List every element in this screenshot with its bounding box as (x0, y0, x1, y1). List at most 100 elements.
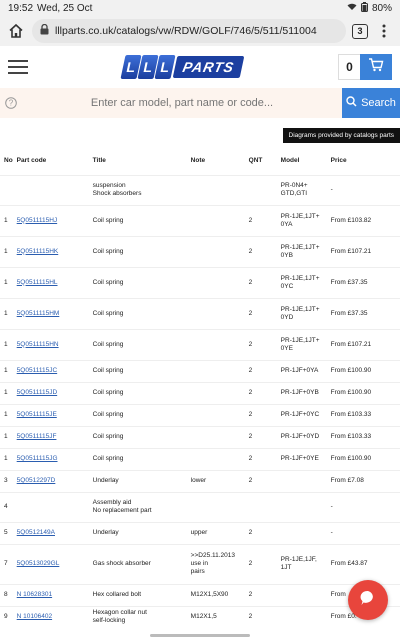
tab-count-button[interactable]: 3 (352, 23, 368, 39)
title-line: Coil spring (92, 455, 124, 462)
part-code-link[interactable]: 5Q0511115HM (17, 310, 60, 317)
cell-qnt (246, 491, 279, 522)
col-note: Note (190, 157, 206, 165)
cell-note: M12X1,5 (188, 605, 247, 628)
cell-price: - (328, 174, 400, 205)
model-line: PR-1JF+0YA (280, 367, 319, 374)
cart[interactable]: 0 (338, 54, 392, 80)
cell-no: 1 (0, 328, 15, 360)
cell-price: From £100.90 (328, 447, 400, 470)
cell-no: 1 (0, 425, 15, 448)
part-code-link[interactable]: 5Q0511115HL (17, 279, 58, 286)
cell-note (188, 491, 247, 522)
cell-model: PR-1JF+0YD (278, 425, 329, 448)
model-line-2: 0YA (280, 220, 293, 228)
more-options-icon[interactable] (374, 21, 394, 41)
help-icon[interactable]: ? (0, 97, 22, 109)
cell-price: From £107.21 (328, 235, 400, 267)
part-code-link[interactable]: 5Q0512297D (17, 477, 56, 484)
model-line: PR-1JE,1JT+ (280, 212, 320, 220)
cell-part-code: 5Q0512297D (14, 469, 91, 492)
part-code-link[interactable]: 5Q0511115JE (17, 411, 57, 418)
cell-model (278, 469, 329, 492)
title-line: Coil spring (92, 278, 124, 286)
cell-qnt: 2 (246, 605, 279, 628)
cell-price: From £37.35 (328, 297, 400, 329)
part-code-link[interactable]: 5Q0511115JC (17, 367, 57, 374)
cell-title: Coil spring (90, 266, 189, 298)
battery-level: 80% (371, 2, 392, 14)
col-price: Price (330, 157, 347, 165)
part-code-link[interactable]: 5Q0511115HK (17, 248, 59, 255)
cart-button[interactable] (360, 54, 392, 80)
col-part-code: Part code (16, 157, 47, 165)
provided-by-banner: Diagrams provided by catalogs parts (0, 128, 400, 143)
cell-no: 5 (0, 521, 15, 544)
title-line: Coil spring (92, 367, 124, 374)
part-code-link[interactable]: 5Q0511115JF (17, 433, 57, 440)
part-code-link[interactable]: 5Q0513029GL (17, 560, 60, 567)
cell-note (188, 204, 247, 236)
cell-title: Coil spring (90, 297, 189, 329)
model-line-2: 0YB (280, 251, 293, 259)
part-code-link[interactable]: 5Q0512149A (17, 529, 55, 536)
search-bar: ? Search (0, 88, 400, 118)
model-line: PR-1JE,1JF, (280, 556, 317, 563)
cell-price: From £103.82 (328, 204, 400, 236)
home-icon[interactable] (6, 21, 26, 41)
cell-title: Coil spring (90, 359, 189, 382)
chat-button[interactable] (348, 580, 388, 620)
cell-model (278, 605, 329, 628)
url-text: lllparts.co.uk/catalogs/vw/RDW/GOLF/746/… (55, 25, 317, 37)
part-code-link[interactable]: 5Q0511115HN (17, 341, 59, 348)
cell-note: >>D25.11.2013 use in pairs (188, 543, 247, 584)
cell-note (188, 297, 247, 329)
title-line: suspension (92, 182, 126, 189)
cell-no: 1 (0, 297, 15, 329)
table-row: 1 5Q0511115HN Coil spring 2 PR-1JE,1JT+ 0YE Fr… (0, 328, 400, 360)
part-code-link[interactable]: 5Q0511115JG (17, 455, 58, 462)
part-code-link[interactable]: N 10106402 (17, 613, 52, 620)
table-row: 9N 10106402 Hexagon collar nut self-lockin… (0, 605, 400, 628)
cell-title: Coil spring (90, 447, 189, 470)
cell-part-code: N 10106402 (14, 605, 91, 628)
table-row: 5 5Q0512149A Underlay upper 2 - (0, 521, 400, 544)
cell-title: Gas shock absorber (90, 543, 189, 584)
cell-qnt: 2 (246, 583, 279, 606)
search-button[interactable]: Search (342, 88, 400, 118)
title-line-2: self-locking (92, 617, 126, 625)
part-code-link[interactable]: N 10628301 (17, 591, 52, 598)
cell-qnt: 2 (246, 469, 279, 492)
address-bar[interactable]: lllparts.co.uk/catalogs/vw/RDW/GOLF/746/… (32, 19, 346, 43)
logo-parts-text: PARTS (173, 56, 245, 78)
site-logo[interactable]: LLL PARTS (120, 54, 245, 80)
wifi-icon (347, 3, 357, 14)
cell-note (188, 235, 247, 267)
search-input[interactable] (22, 88, 342, 118)
table-row: 7 5Q0513029GL Gas shock absorber >>D25.11.2… (0, 543, 400, 584)
cell-no: 1 (0, 381, 15, 404)
cell-note (188, 328, 247, 360)
cell-qnt: 2 (246, 204, 279, 236)
part-code-link[interactable]: 5Q0511115HJ (17, 217, 57, 224)
note-line: M12X1,5 (190, 613, 217, 621)
table-row: 1 5Q0511115JE Coil spring 2 PR-1JF+0YC From £… (0, 403, 400, 426)
col-qnt: QNT (248, 157, 263, 165)
hamburger-icon[interactable] (8, 60, 28, 74)
model-line-2: 1JT (280, 564, 292, 571)
cell-note (188, 359, 247, 382)
cell-part-code: 5Q0511115JF (14, 425, 91, 448)
title-line: Coil spring (92, 247, 124, 255)
gesture-bar[interactable] (150, 634, 250, 637)
cell-model (278, 583, 329, 606)
cell-qnt: 2 (246, 425, 279, 448)
table-row: 1 5Q0511115JF Coil spring 2 PR-1JF+0YD From £… (0, 425, 400, 448)
table-header-row: No Part code Title Note QNT Model Price (0, 147, 400, 175)
title-line: Coil spring (92, 433, 124, 440)
title-line: Gas shock absorber (92, 560, 151, 567)
cell-model (278, 491, 329, 522)
model-line: PR-0N4+ (280, 182, 308, 189)
table-row: 1 5Q0511115HL Coil spring 2 PR-1JE,1JT+ 0YC Fr… (0, 266, 400, 298)
part-code-link[interactable]: 5Q0511115JD (17, 389, 57, 396)
title-line: Hex collared bolt (92, 591, 142, 598)
